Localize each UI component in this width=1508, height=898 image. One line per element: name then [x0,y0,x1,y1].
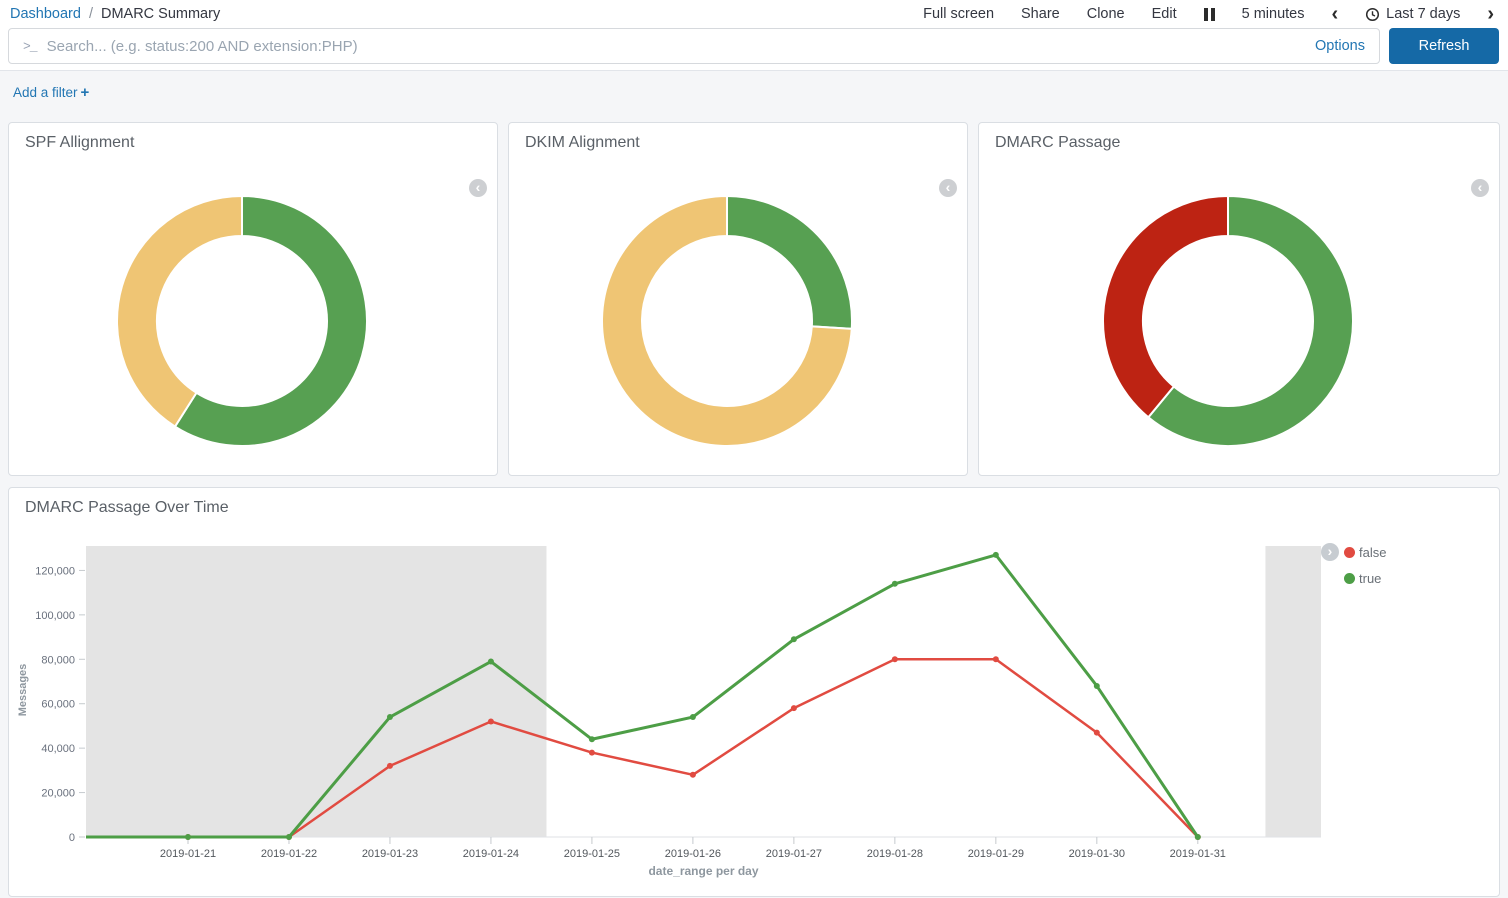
dmarc-donut-chart[interactable] [1100,193,1356,449]
chart-legend: › false true [1321,543,1386,587]
chevron-right-icon[interactable]: › [1487,7,1494,21]
time-range-picker[interactable]: Last 7 days [1365,6,1460,22]
legend-dot-false [1344,547,1355,558]
svg-text:2019-01-25: 2019-01-25 [564,848,620,860]
svg-text:2019-01-30: 2019-01-30 [1069,848,1125,860]
svg-text:2019-01-29: 2019-01-29 [968,848,1024,860]
add-filter-link[interactable]: Add a filter [13,85,78,100]
svg-text:2019-01-21: 2019-01-21 [160,848,216,860]
chevron-left-icon[interactable]: ‹ [1331,7,1338,21]
options-link[interactable]: Options [1315,38,1365,54]
panel-title: SPF Allignment [9,123,497,152]
filter-bar: Add a filter+ [0,70,1508,115]
x-axis-label: date_range per day [86,864,1321,878]
breadcrumb-separator: / [89,6,93,22]
svg-text:2019-01-26: 2019-01-26 [665,848,721,860]
panel-title: DKIM Alignment [509,123,967,152]
menu-item-edit[interactable]: Edit [1152,6,1177,22]
svg-text:20,000: 20,000 [41,788,75,800]
panel-spf-alignment: SPF Allignment ‹ [8,122,498,476]
terminal-prompt-icon: >_ [23,39,37,54]
svg-text:2019-01-24: 2019-01-24 [463,848,519,860]
menu-item-clone[interactable]: Clone [1087,6,1125,22]
svg-text:2019-01-22: 2019-01-22 [261,848,317,860]
svg-text:60,000: 60,000 [41,699,75,711]
time-series-chart[interactable]: 0 20,000 40,000 60,000 80,000 100,000 120,000 2… [9,488,1501,898]
legend-collapse-icon[interactable]: ‹ [1471,179,1489,197]
legend-collapse-icon[interactable]: ‹ [469,179,487,197]
refresh-button[interactable]: Refresh [1389,28,1499,64]
panel-dkim-alignment: DKIM Alignment ‹ [508,122,968,476]
panel-dmarc-passage-over-time: DMARC Passage Over Time Messages 020,000… [8,487,1500,897]
menu-item-full-screen[interactable]: Full screen [923,6,994,22]
dkim-donut-chart[interactable] [599,193,855,449]
legend-collapse-icon[interactable]: ‹ [939,179,957,197]
legend-item-true[interactable]: true [1344,569,1386,587]
svg-text:120,000: 120,000 [35,565,75,577]
clock-icon [1365,7,1380,22]
refresh-interval[interactable]: 5 minutes [1242,6,1305,22]
svg-text:2019-01-27: 2019-01-27 [766,848,822,860]
svg-text:2019-01-28: 2019-01-28 [867,848,923,860]
svg-text:40,000: 40,000 [41,743,75,755]
dashboard-grid: SPF Allignment ‹ DKIM Alignment ‹ DMARC … [0,115,1508,898]
svg-text:2019-01-31: 2019-01-31 [1170,848,1226,860]
svg-text:0: 0 [69,832,75,844]
plus-icon: + [81,84,90,101]
legend-dot-true [1344,573,1355,584]
svg-text:2019-01-23: 2019-01-23 [362,848,418,860]
svg-text:80,000: 80,000 [41,654,75,666]
top-navigation-bar: Dashboard / DMARC Summary Full screen Sh… [0,0,1508,26]
legend-toggle-icon[interactable]: › [1321,543,1339,561]
menu-item-share[interactable]: Share [1021,6,1060,22]
breadcrumb-current: DMARC Summary [101,6,220,22]
breadcrumb-dashboard-link[interactable]: Dashboard [10,6,81,22]
time-range-label: Last 7 days [1386,6,1460,22]
legend-label: false [1359,545,1386,560]
pause-icon[interactable] [1204,8,1215,21]
breadcrumb: Dashboard / DMARC Summary [10,6,220,22]
spf-donut-chart[interactable] [114,193,370,449]
search-box: >_ Options [8,28,1380,64]
search-input[interactable] [47,38,1305,55]
svg-text:100,000: 100,000 [35,610,75,622]
panel-dmarc-passage: DMARC Passage ‹ [978,122,1500,476]
legend-item-false[interactable]: false [1344,543,1386,561]
search-row: >_ Options Refresh [8,28,1499,64]
legend-label: true [1359,571,1381,586]
top-menu: Full screen Share Clone Edit 5 minutes ‹… [923,6,1494,22]
panel-title: DMARC Passage [979,123,1499,152]
